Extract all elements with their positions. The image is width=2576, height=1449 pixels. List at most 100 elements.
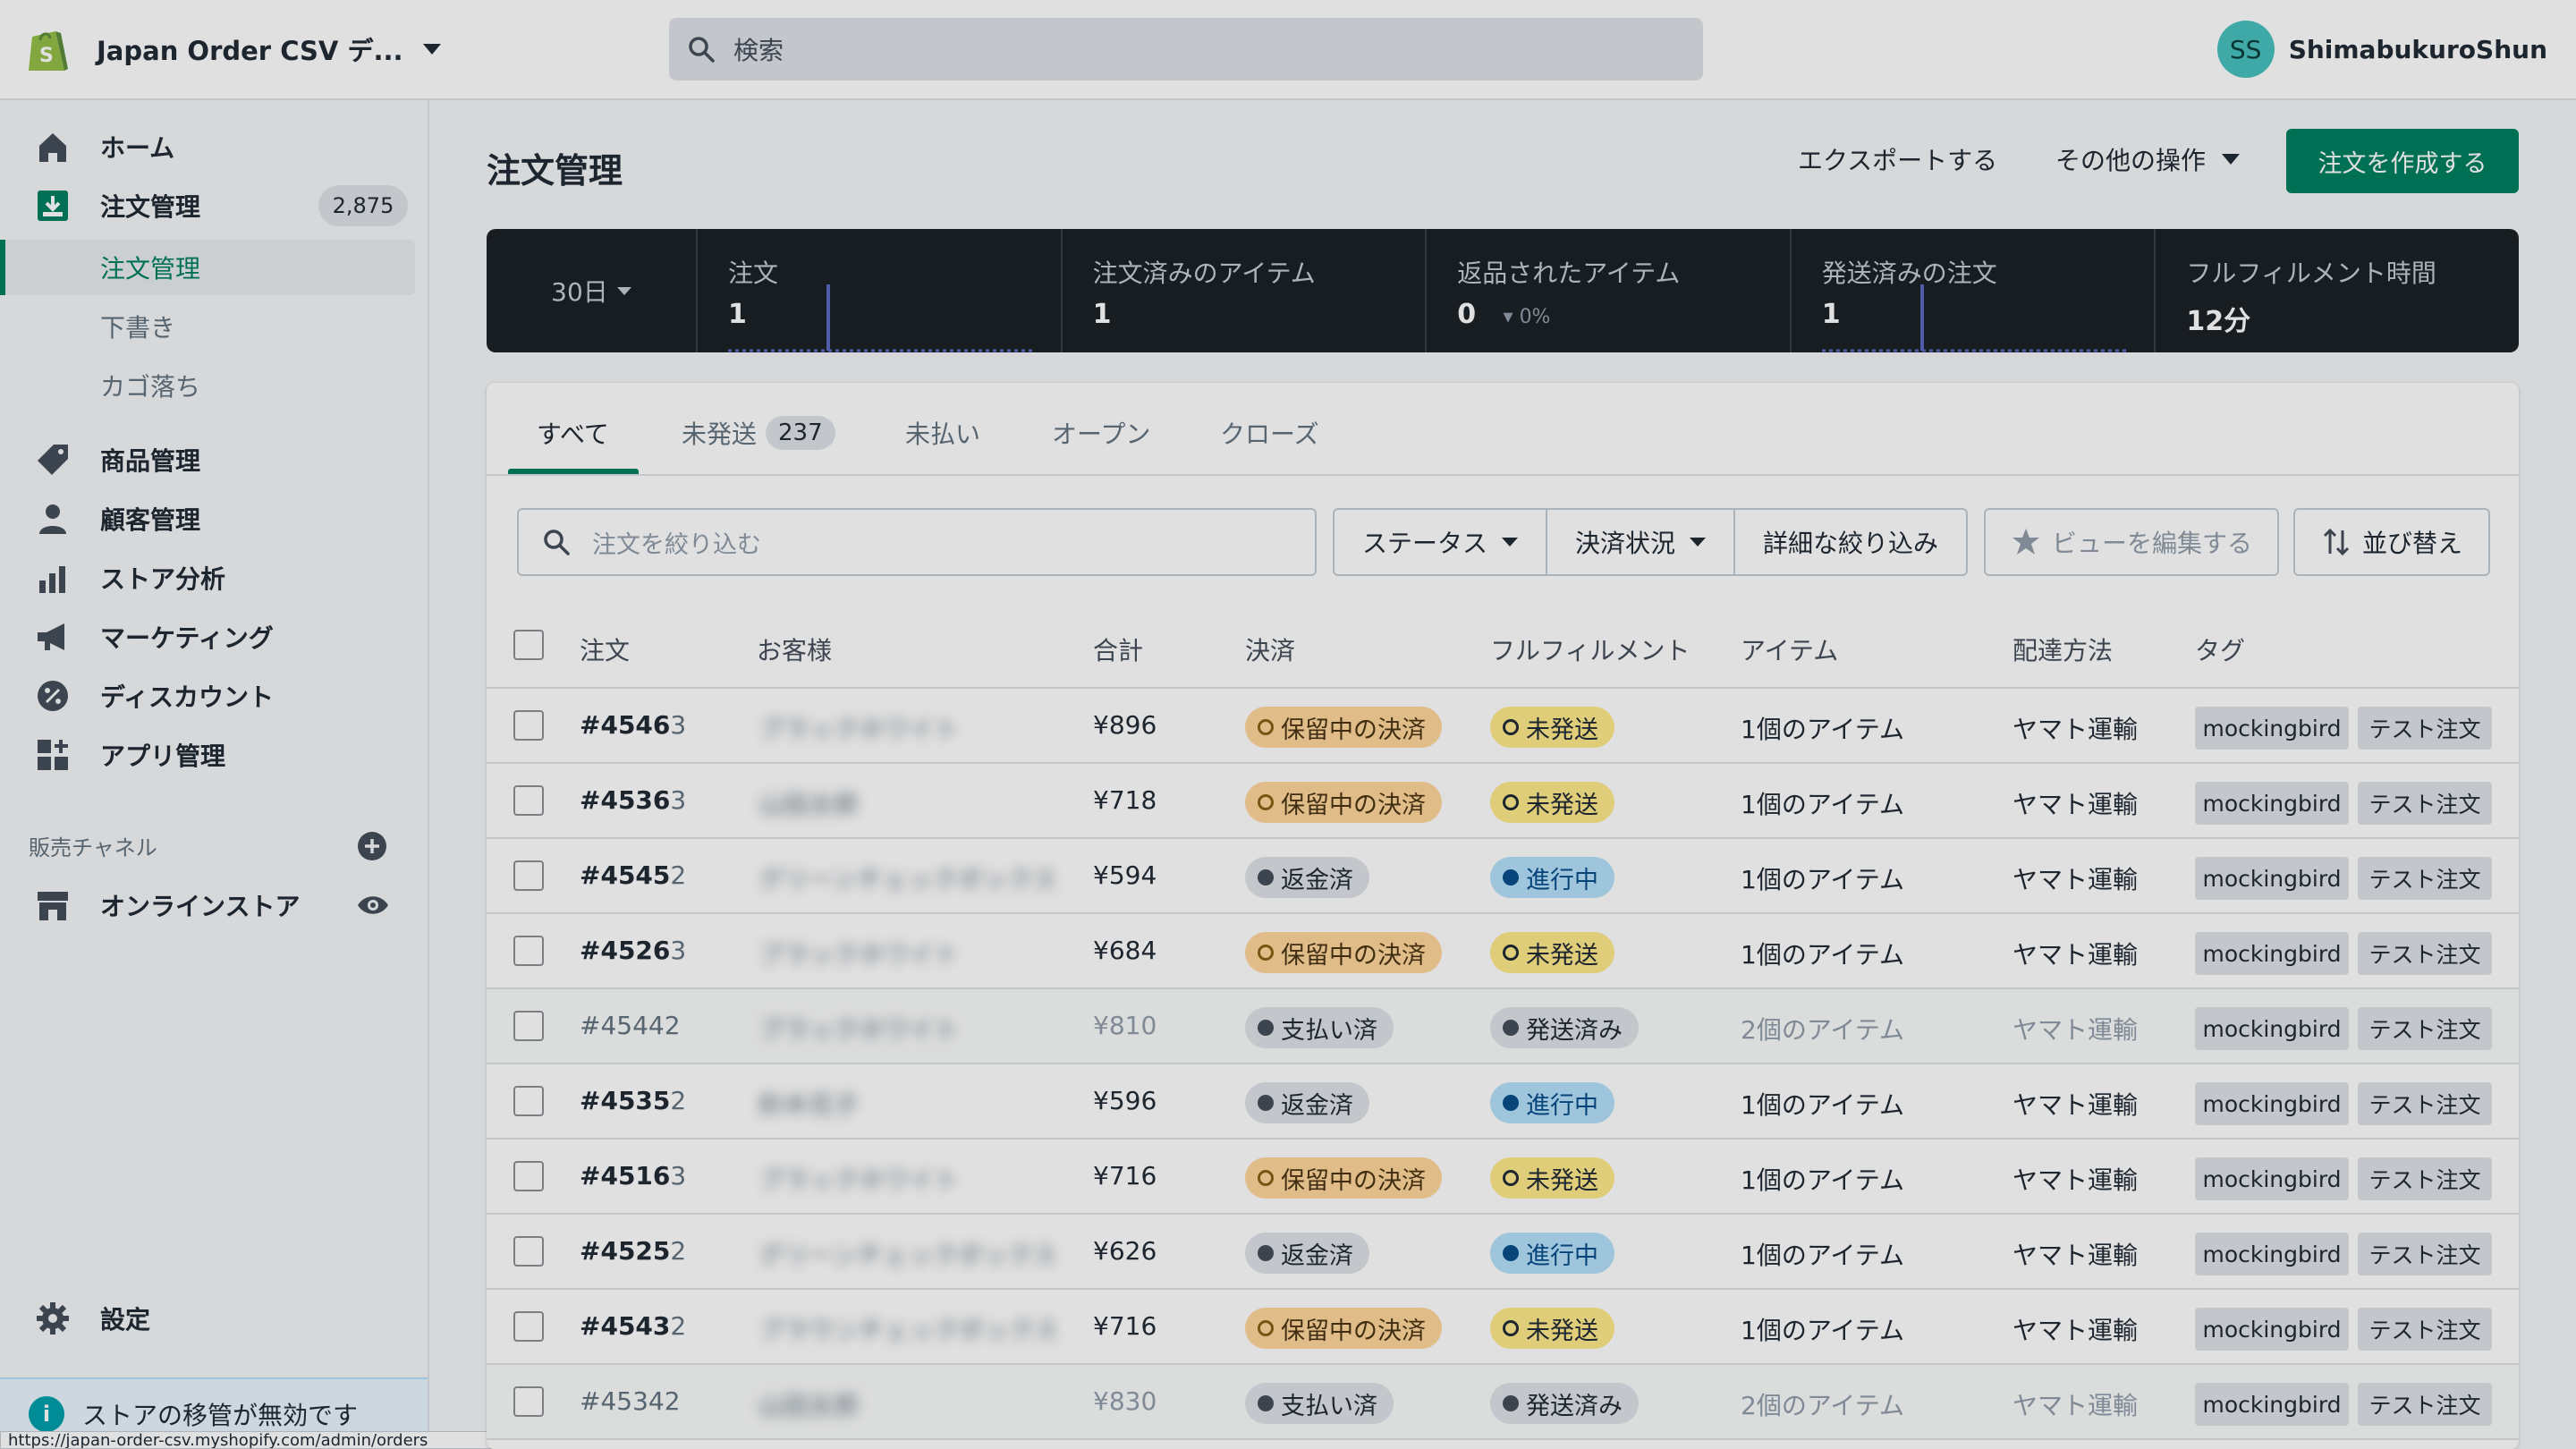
order-number[interactable]: #45263 (580, 936, 686, 965)
order-filter-input[interactable]: 注文を絞り込む (517, 508, 1317, 576)
sidebar-item-customers[interactable]: 顧客管理 (0, 492, 429, 546)
table-row[interactable]: #45463 ブラックホワイト ¥896 保留中の決済 未発送 1個のアイテム ヤマト運輸 m… (487, 689, 2519, 764)
tag-badge: テスト注文 (2358, 707, 2492, 750)
payment-status-badge: 返金済 (1245, 857, 1369, 898)
column-header[interactable]: アイテム (1741, 631, 1838, 667)
tab-unpaid[interactable]: 未払い (905, 415, 980, 451)
item-count[interactable]: 1個のアイテム (1741, 860, 1904, 896)
order-total: ¥830 (1093, 1386, 1157, 1416)
item-count[interactable]: 1個のアイテム (1741, 1236, 1904, 1272)
select-all-checkbox[interactable] (513, 630, 544, 660)
row-checkbox[interactable] (513, 1011, 544, 1041)
row-checkbox[interactable] (513, 860, 544, 891)
sort-button[interactable]: 並び替え (2293, 508, 2490, 576)
column-header[interactable]: タグ (2195, 631, 2245, 667)
sidebar-item-analytics[interactable]: ストア分析 (0, 551, 429, 605)
order-number[interactable]: #45442 (580, 1011, 681, 1040)
status-dot-icon (1258, 1020, 1274, 1036)
plus-circle-icon[interactable] (356, 830, 388, 862)
table-row[interactable]: #45263 ブラックホワイト ¥684 保留中の決済 未発送 1個のアイテム ヤマト運輸 m… (487, 914, 2519, 989)
item-count[interactable]: 1個のアイテム (1741, 710, 1904, 746)
more-actions-button[interactable]: その他の操作 (2055, 141, 2241, 177)
table-row[interactable]: #45352 鈴木花子 ¥596 返金済 進行中 1個のアイテム ヤマト運輸 mockingb… (487, 1064, 2519, 1140)
table-row[interactable]: #45342 山田太郎 ¥830 支払い済 発送済み 2個のアイテム ヤマト運輸 mockin… (487, 1365, 2519, 1440)
table-row[interactable]: #45452 グリーンチェックボックス ¥594 返金済 進行中 1個のアイテム ヤマト運輸… (487, 839, 2519, 914)
order-number[interactable]: #45363 (580, 785, 686, 815)
item-count[interactable]: 1個のアイテム (1741, 1161, 1904, 1197)
sidebar-item-settings[interactable]: 設定 (0, 1292, 429, 1345)
column-header[interactable]: フルフィルメント (1490, 631, 1690, 667)
user-menu[interactable]: SS ShimabukuroShun (2216, 21, 2576, 78)
table-row[interactable]: #45442 ブラックホワイト ¥810 支払い済 発送済み 2個のアイテム ヤマト運輸 mo… (487, 989, 2519, 1064)
row-checkbox[interactable] (513, 1161, 544, 1191)
sidebar-item-online-store[interactable]: オンラインストア (0, 878, 429, 932)
item-count[interactable]: 1個のアイテム (1741, 785, 1904, 821)
fulfillment-status-badge: 発送済み (1490, 1007, 1639, 1048)
table-row[interactable]: #45163 ブラックホワイト ¥716 保留中の決済 未発送 1個のアイテム ヤマト運輸 m… (487, 1140, 2519, 1215)
tab-closed[interactable]: クローズ (1220, 415, 1319, 451)
stat-label: 返品されたアイテム (1457, 258, 1681, 288)
item-count[interactable]: 1個のアイテム (1741, 1086, 1904, 1122)
tab-open[interactable]: オープン (1052, 415, 1150, 451)
order-number[interactable]: #45452 (580, 860, 686, 890)
item-count[interactable]: 2個のアイテム (1741, 1386, 1904, 1422)
item-count[interactable]: 1個のアイテム (1741, 936, 1904, 971)
order-id: #4526 (580, 936, 671, 965)
column-header[interactable]: 注文 (580, 631, 630, 667)
sidebar-item-orders[interactable]: 注文管理 2,875 (0, 179, 429, 233)
payment-filter-button[interactable]: 決済状況 (1546, 508, 1735, 576)
sidebar-item-discounts[interactable]: ディスカウント (0, 669, 429, 723)
fulfillment-status-badge: 進行中 (1490, 857, 1614, 898)
tab-unfulfilled[interactable]: 未発送 237 (682, 415, 835, 451)
table-row[interactable]: #45252 グリーンチェックボックス ¥626 返金済 進行中 1個のアイテム ヤマト運輸… (487, 1215, 2519, 1290)
stat-fulfillment-time[interactable]: フルフィルメント時間 12分 (2156, 229, 2519, 352)
order-number[interactable]: #45352 (580, 1086, 686, 1115)
badge-label: 返金済 (1281, 1241, 1353, 1270)
edit-view-button[interactable]: ビューを編集する (1984, 508, 2279, 576)
store-switcher[interactable]: S Japan Order CSV デ... (0, 24, 669, 74)
column-header[interactable]: 合計 (1093, 631, 1143, 667)
row-checkbox[interactable] (513, 1086, 544, 1116)
row-checkbox[interactable] (513, 1386, 544, 1417)
sidebar-subitem-abandoned-checkouts[interactable]: カゴ落ち (0, 358, 415, 413)
tab-all[interactable]: すべて (537, 415, 609, 451)
status-filter-button[interactable]: ステータス (1333, 508, 1547, 576)
filter-label: ステータス (1361, 529, 1487, 558)
stat-returned-items[interactable]: 返品されたアイテム 0 ▾ 0% (1427, 229, 1792, 352)
stat-orders[interactable]: 注文 1 (698, 229, 1063, 352)
sidebar-subitem-drafts[interactable]: 下書き (0, 299, 415, 354)
global-search-input[interactable]: 検索 (669, 18, 1703, 80)
period-selector[interactable]: 30日 (487, 229, 698, 352)
eye-icon[interactable] (356, 888, 390, 922)
order-number[interactable]: #45432 (580, 1311, 686, 1341)
row-checkbox[interactable] (513, 710, 544, 741)
row-checkbox[interactable] (513, 1311, 544, 1342)
status-dot-icon (1258, 794, 1274, 810)
badge-label: 進行中 (1526, 866, 1598, 894)
column-header[interactable]: 決済 (1245, 631, 1295, 667)
item-count[interactable]: 2個のアイテム (1741, 1011, 1904, 1046)
sidebar-item-home[interactable]: ホーム (0, 120, 429, 174)
star-icon (2012, 529, 2039, 555)
sidebar-item-marketing[interactable]: マーケティング (0, 610, 429, 664)
item-count[interactable]: 1個のアイテム (1741, 1311, 1904, 1347)
order-number[interactable]: #45342 (580, 1386, 681, 1416)
row-checkbox[interactable] (513, 785, 544, 816)
table-row[interactable]: #45432 ブラウンチェックボックス ¥716 保留中の決済 未発送 1個のアイテム ヤマ… (487, 1290, 2519, 1365)
stat-ordered-items[interactable]: 注文済みのアイテム 1 (1063, 229, 1428, 352)
order-number[interactable]: #45252 (580, 1236, 686, 1266)
column-header[interactable]: お客様 (757, 631, 832, 667)
more-filters-button[interactable]: 詳細な絞り込み (1733, 508, 1968, 576)
row-checkbox[interactable] (513, 1236, 544, 1267)
table-row[interactable]: #45363 山田太郎 ¥718 保留中の決済 未発送 1個のアイテム ヤマト運輸 mocki… (487, 764, 2519, 839)
order-number[interactable]: #45463 (580, 710, 686, 740)
export-button[interactable]: エクスポートする (1798, 141, 1997, 177)
sidebar-subitem-orders[interactable]: 注文管理 (0, 240, 415, 295)
order-number[interactable]: #45163 (580, 1161, 686, 1191)
create-order-button[interactable]: 注文を作成する (2286, 129, 2519, 193)
sidebar-item-products[interactable]: 商品管理 (0, 433, 429, 487)
column-header[interactable]: 配達方法 (2012, 631, 2113, 667)
stat-shipped-orders[interactable]: 発送済みの注文 1 (1792, 229, 2157, 352)
row-checkbox[interactable] (513, 936, 544, 966)
sidebar-item-apps[interactable]: アプリ管理 (0, 728, 429, 782)
